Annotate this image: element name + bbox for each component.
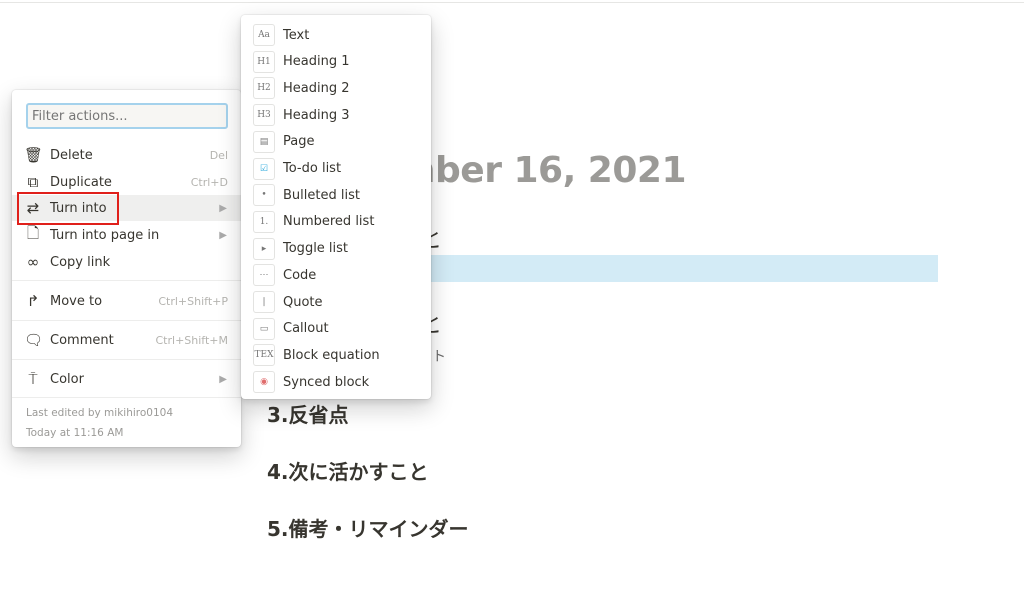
- label: Block equation: [283, 347, 380, 363]
- label: Turn into page in: [50, 227, 160, 243]
- page-icon: ▤: [253, 130, 275, 153]
- heading-1-icon: H1: [253, 50, 275, 73]
- chevron-right-icon: ▶: [219, 229, 227, 241]
- callout-icon: ▭: [253, 317, 275, 340]
- submenu-item-to-do-list[interactable]: ☑ To-do list: [241, 156, 431, 182]
- label: Code: [283, 267, 317, 283]
- label: Comment: [50, 332, 114, 348]
- shortcut: Ctrl+Shift+M: [155, 333, 229, 347]
- toggle-list-icon: ▸: [253, 237, 275, 260]
- page-title: mber 16, 2021: [398, 150, 687, 191]
- label: Numbered list: [283, 214, 375, 230]
- heading-2-icon: H2: [253, 77, 275, 100]
- shortcut: Ctrl+Shift+P: [158, 294, 228, 308]
- divider: [12, 397, 241, 398]
- filter-actions-input[interactable]: [26, 103, 228, 129]
- label: Copy link: [50, 254, 111, 270]
- label: Delete: [50, 147, 93, 163]
- heading-3-icon: H3: [253, 104, 275, 127]
- divider: [12, 359, 241, 360]
- submenu-item-synced-block[interactable]: ◉ Synced block: [241, 369, 431, 395]
- divider: [12, 280, 241, 281]
- heading-5: 5.備考・リマインダー: [267, 517, 469, 541]
- menu-item-turn-into-page-in[interactable]: 🗋 Turn into page in ▶: [12, 222, 241, 248]
- submenu-item-heading-1[interactable]: H1 Heading 1: [241, 49, 431, 75]
- chevron-right-icon: ▶: [219, 373, 227, 385]
- submenu-item-heading-2[interactable]: H2 Heading 2: [241, 75, 431, 101]
- label: Toggle list: [283, 241, 349, 257]
- menu-item-copy-link[interactable]: ∞ Copy link: [12, 249, 241, 275]
- chevron-right-icon: ▶: [219, 202, 227, 214]
- annotation-highlight-box: [17, 192, 119, 225]
- submenu-item-bulleted-list[interactable]: • Bulleted list: [241, 182, 431, 208]
- label: Heading 2: [283, 80, 350, 96]
- label: Callout: [283, 321, 329, 337]
- label: Move to: [50, 293, 103, 309]
- code-icon: ⋯: [253, 264, 275, 287]
- submenu-item-text[interactable]: Aa Text: [241, 22, 431, 48]
- submenu-item-code[interactable]: ⋯ Code: [241, 262, 431, 288]
- submenu-item-numbered-list[interactable]: 1. Numbered list: [241, 209, 431, 235]
- label: To-do list: [283, 161, 342, 176]
- turn-into-submenu: Aa Text H1 Heading 1 H2 Heading 2 H3 Heading 3 ▤…: [241, 15, 431, 399]
- heading-4: 4.次に活かすこと: [267, 460, 429, 484]
- menu-item-delete[interactable]: 🗑 Delete Del: [12, 142, 241, 168]
- label: Heading 3: [283, 107, 350, 123]
- submenu-item-callout[interactable]: ▭ Callout: [241, 316, 431, 342]
- page-icon: 🗋: [26, 223, 40, 242]
- move-icon: ↱: [26, 292, 40, 310]
- label: Page: [283, 134, 315, 150]
- divider: [12, 320, 241, 321]
- numbered-list-icon: 1.: [253, 210, 275, 233]
- text-icon: Aa: [253, 24, 275, 46]
- last-edited-by: Last edited by mikihiro0104: [26, 407, 173, 419]
- menu-item-move-to[interactable]: ↱ Move to Ctrl+Shift+P: [12, 288, 241, 314]
- paint-roller-icon: ⍑: [28, 370, 38, 388]
- comment-icon: 🗨: [24, 331, 44, 349]
- label: Quote: [283, 294, 323, 310]
- quote-icon: ❘: [253, 291, 275, 313]
- submenu-item-block-equation[interactable]: TEX Block equation: [241, 342, 431, 368]
- top-border: [0, 2, 1024, 3]
- link-icon: ∞: [26, 253, 40, 271]
- label: Synced block: [283, 374, 370, 390]
- submenu-item-quote[interactable]: ❘ Quote: [241, 289, 431, 315]
- label: Heading 1: [283, 54, 350, 70]
- menu-item-comment[interactable]: 🗨 Comment Ctrl+Shift+M: [12, 327, 241, 353]
- menu-item-color[interactable]: ⍑ Color ▶: [12, 366, 241, 392]
- shortcut: Del: [209, 148, 228, 162]
- label: Duplicate: [50, 174, 112, 190]
- shortcut: Ctrl+D: [190, 175, 228, 189]
- synced-block-icon: ◉: [253, 371, 275, 394]
- block-equation-icon: TEX: [253, 344, 275, 367]
- duplicate-icon: ⧉: [27, 173, 39, 191]
- bulleted-list-icon: •: [253, 184, 275, 207]
- submenu-item-page[interactable]: ▤ Page: [241, 129, 431, 155]
- heading-3: 3.反省点: [267, 403, 349, 427]
- block-actions-menu: 🗑DeleteDel ⧉DuplicateCtrl+D ⇄Turn into▶ …: [12, 90, 241, 447]
- label: Bulleted list: [283, 187, 360, 203]
- to-do-list-icon: ☑: [253, 157, 275, 180]
- submenu-item-toggle-list[interactable]: ▸ Toggle list: [241, 236, 431, 262]
- submenu-item-heading-3[interactable]: H3 Heading 3: [241, 102, 431, 128]
- label: Text: [283, 27, 310, 43]
- text-fragment: ト: [432, 349, 446, 365]
- trash-icon: 🗑: [24, 146, 44, 164]
- label: Color: [50, 371, 84, 387]
- last-edited-time: Today at 11:16 AM: [26, 427, 124, 439]
